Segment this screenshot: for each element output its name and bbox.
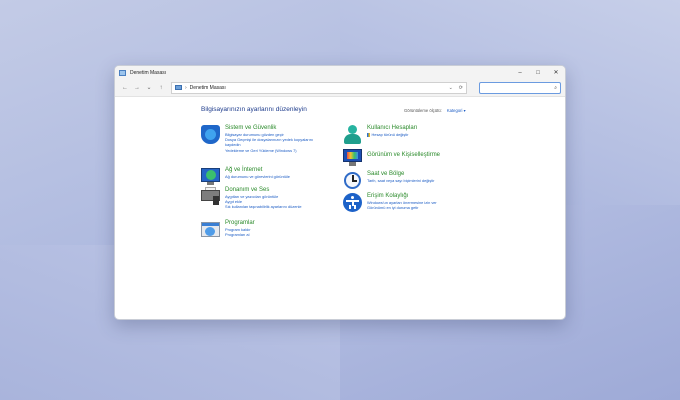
- control-panel-icon: [175, 85, 182, 90]
- category-link[interactable]: Ağ durumunu ve görevlerini görüntüle: [225, 174, 290, 179]
- navigation-bar: ← → ⌄ ↑ › Denetim Masası ⌄ ⟳ ⌕: [115, 79, 565, 97]
- refresh-icon[interactable]: ⟳: [459, 85, 463, 91]
- control-panel-window: Denetim Masası – □ ✕ ← → ⌄ ↑ › Denetim M…: [114, 65, 566, 320]
- category-title[interactable]: Görünüm ve Kişiselleştirme: [367, 152, 440, 159]
- up-button[interactable]: ↑: [155, 85, 167, 91]
- category-link[interactable]: Sık kullanılan taşınabilirlik ayarlarını…: [225, 204, 302, 209]
- breadcrumb-separator: ›: [185, 84, 187, 91]
- category-title[interactable]: Sistem ve Güvenlik: [225, 125, 313, 132]
- forward-button[interactable]: →: [131, 85, 143, 91]
- category-title[interactable]: Erişim Kolaylığı: [367, 193, 437, 200]
- category-system-security: Sistem ve Güvenlik Bilgisayar durumunu g…: [201, 125, 313, 153]
- address-bar[interactable]: › Denetim Masası ⌄ ⟳: [171, 81, 467, 94]
- window-title: Denetim Masası: [130, 69, 167, 76]
- search-input[interactable]: ⌕: [479, 81, 561, 94]
- control-panel-icon: [119, 69, 126, 76]
- maximize-button[interactable]: □: [529, 66, 547, 79]
- category-link[interactable]: Görünümü en iyi duruma getir: [367, 205, 437, 210]
- accessibility-icon[interactable]: [343, 193, 362, 212]
- category-link[interactable]: Yedekleme ve Geri Yükleme (Windows 7): [225, 148, 313, 153]
- printer-icon[interactable]: [201, 187, 220, 206]
- category-title[interactable]: Donanım ve Ses: [225, 187, 302, 194]
- recent-locations-button[interactable]: ⌄: [143, 84, 155, 91]
- category-programs: Programlar Program kaldır Programları al: [201, 220, 255, 239]
- category-link[interactable]: Programları al: [225, 232, 255, 237]
- category-link[interactable]: Tarih, saat veya sayı biçimlerini değişt…: [367, 178, 434, 183]
- category-user-accounts: Kullanıcı Hesapları Hesap türünü değişti…: [343, 125, 417, 144]
- category-title[interactable]: Kullanıcı Hesapları: [367, 125, 417, 132]
- category-network-internet: Ağ ve İnternet Ağ durumunu ve görevlerin…: [201, 167, 290, 186]
- window-controls: – □ ✕: [511, 66, 565, 79]
- view-by: Görüntüleme ölçütü: Kategori ▾: [404, 108, 466, 113]
- category-appearance: Görünüm ve Kişiselleştirme: [343, 148, 440, 167]
- user-icon[interactable]: [343, 125, 362, 144]
- programs-icon[interactable]: [201, 220, 220, 239]
- view-by-dropdown[interactable]: Kategori ▾: [447, 108, 466, 113]
- chevron-down-icon[interactable]: ⌄: [449, 85, 453, 91]
- category-title[interactable]: Ağ ve İnternet: [225, 167, 290, 174]
- category-ease-of-access: Erişim Kolaylığı Windows'un ayarları öne…: [343, 193, 437, 212]
- shield-icon[interactable]: [201, 125, 220, 144]
- page-title: Bilgisayarınızın ayarlarını düzenleyin: [201, 106, 307, 113]
- category-title[interactable]: Programlar: [225, 220, 255, 227]
- category-clock-region: Saat ve Bölge Tarih, saat veya sayı biçi…: [343, 171, 434, 190]
- view-by-label: Görüntüleme ölçütü:: [404, 108, 442, 113]
- network-icon[interactable]: [201, 167, 220, 186]
- appearance-icon[interactable]: [343, 148, 362, 167]
- main-content: Bilgisayarınızın ayarlarını düzenleyin G…: [115, 97, 565, 319]
- category-title[interactable]: Saat ve Bölge: [367, 171, 434, 178]
- back-button[interactable]: ←: [119, 85, 131, 91]
- minimize-button[interactable]: –: [511, 66, 529, 79]
- title-bar[interactable]: Denetim Masası – □ ✕: [115, 66, 565, 79]
- category-link[interactable]: Hesap türünü değiştir: [367, 132, 417, 137]
- close-button[interactable]: ✕: [547, 66, 565, 79]
- category-hardware-sound: Donanım ve Ses Aygıtları ve yazıcıları g…: [201, 187, 302, 210]
- search-icon: ⌕: [554, 84, 557, 91]
- clock-icon[interactable]: [343, 171, 362, 190]
- breadcrumb[interactable]: Denetim Masası: [190, 85, 449, 91]
